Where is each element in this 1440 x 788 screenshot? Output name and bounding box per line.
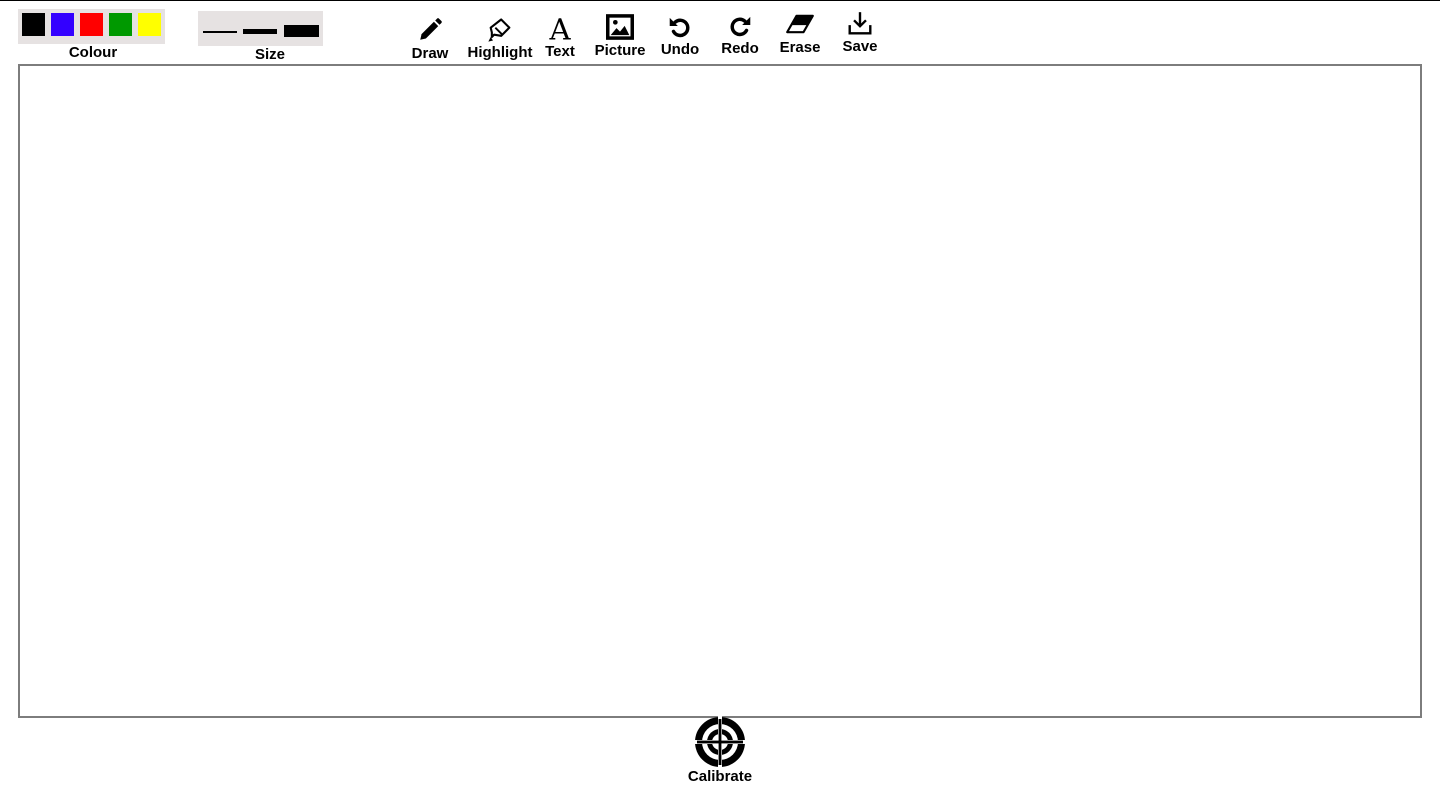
- size-option-thin[interactable]: [203, 31, 237, 33]
- text-icon: A: [548, 14, 571, 42]
- calibrate-button[interactable]: Calibrate: [680, 716, 760, 786]
- colour-swatch-yellow[interactable]: [138, 13, 161, 36]
- image-icon: [606, 14, 634, 40]
- size-option-medium[interactable]: [243, 29, 277, 34]
- colour-swatch-green[interactable]: [109, 13, 132, 36]
- download-icon: [848, 12, 872, 35]
- redo-icon: [730, 16, 751, 37]
- svg-text:A: A: [548, 14, 571, 42]
- colour-swatch-blue[interactable]: [51, 13, 74, 36]
- drawing-canvas[interactable]: [18, 64, 1422, 718]
- colour-swatch-red[interactable]: [80, 13, 103, 36]
- pencil-icon: [420, 18, 442, 40]
- eraser-icon: [786, 14, 814, 34]
- save-label: Save: [842, 38, 878, 55]
- size-label: Size: [254, 46, 285, 63]
- highlighter-icon: [488, 18, 511, 42]
- crosshair-target-icon: [694, 716, 746, 768]
- calibrate-label: Calibrate: [687, 768, 753, 785]
- save-tool-button[interactable]: Save: [828, 10, 892, 60]
- size-option-thick[interactable]: [284, 25, 319, 37]
- colour-palette: [18, 9, 165, 44]
- undo-icon: [669, 17, 690, 38]
- size-selector: [198, 11, 323, 46]
- top-border: [0, 0, 1440, 1]
- draw-tool-button[interactable]: Draw: [398, 14, 462, 64]
- colour-swatch-black[interactable]: [22, 13, 45, 36]
- colour-label: Colour: [68, 44, 118, 61]
